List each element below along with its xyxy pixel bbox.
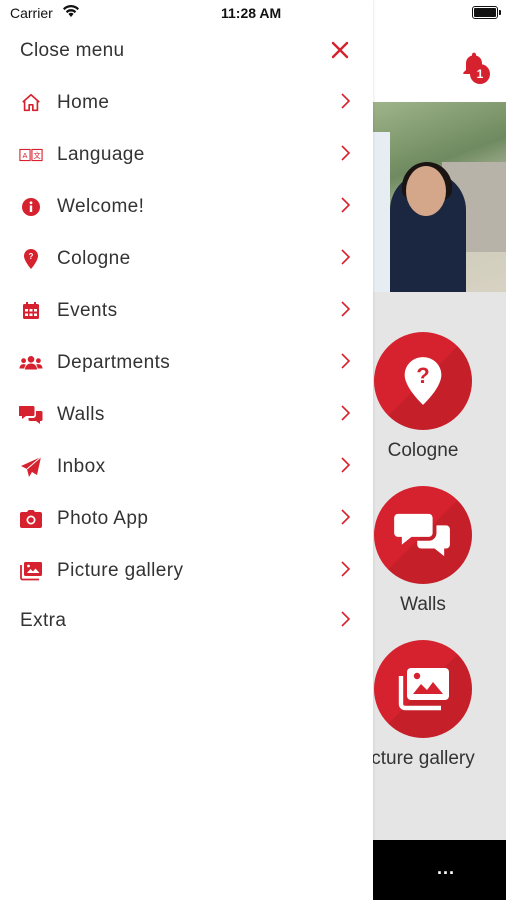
home-icon bbox=[19, 91, 43, 115]
battery-icon bbox=[472, 6, 501, 19]
tile-label: Walls bbox=[400, 594, 446, 615]
tile-label: Cologne bbox=[387, 440, 459, 461]
svg-text:?: ? bbox=[416, 363, 429, 388]
language-icon: A 文 bbox=[19, 143, 43, 167]
menu-item-events[interactable]: Events bbox=[0, 288, 373, 336]
clock: 11:28 AM bbox=[221, 5, 282, 21]
menu-item-label: Welcome! bbox=[57, 196, 145, 217]
chevron-right-icon bbox=[341, 561, 351, 577]
tile-picture-gallery[interactable]: cture gallery bbox=[356, 640, 490, 770]
menu-item-label: Events bbox=[57, 300, 118, 321]
menu-item-picture-gallery[interactable]: Picture gallery bbox=[0, 548, 373, 596]
chevron-right-icon bbox=[341, 249, 351, 265]
hero-photo bbox=[372, 102, 506, 292]
notification-badge: 1 bbox=[470, 64, 490, 84]
chevron-right-icon bbox=[341, 145, 351, 161]
menu-item-label: Picture gallery bbox=[57, 560, 184, 581]
tile-walls[interactable]: Walls bbox=[356, 486, 490, 616]
chat-icon bbox=[19, 403, 43, 427]
chevron-right-icon bbox=[341, 405, 351, 421]
map-pin-icon: ? bbox=[19, 247, 43, 271]
camera-icon bbox=[19, 507, 43, 531]
menu-item-departments[interactable]: Departments bbox=[0, 340, 373, 388]
menu-item-label: Extra bbox=[20, 610, 67, 631]
svg-text:文: 文 bbox=[33, 151, 41, 160]
menu-item-home[interactable]: Home bbox=[0, 80, 373, 128]
chevron-right-icon bbox=[341, 509, 351, 525]
close-icon[interactable] bbox=[328, 38, 352, 62]
menu-item-walls[interactable]: Walls bbox=[0, 392, 373, 440]
menu-item-inbox[interactable]: Inbox bbox=[0, 444, 373, 492]
menu-item-label: Language bbox=[57, 144, 145, 165]
close-menu-row[interactable]: Close menu bbox=[0, 30, 373, 76]
menu-item-label: Inbox bbox=[57, 456, 106, 477]
users-icon bbox=[19, 351, 43, 375]
menu-item-welcome[interactable]: Welcome! bbox=[0, 184, 373, 232]
chevron-right-icon bbox=[341, 93, 351, 109]
svg-text:?: ? bbox=[29, 252, 34, 261]
tile-label: cture gallery bbox=[371, 748, 475, 769]
menu-item-cologne[interactable]: ? Cologne bbox=[0, 236, 373, 284]
menu-item-label: Departments bbox=[57, 352, 171, 373]
status-bar: Carrier 11:28 AM bbox=[0, 0, 506, 26]
calendar-icon bbox=[19, 299, 43, 323]
chevron-right-icon bbox=[341, 457, 351, 473]
menu-item-label: Home bbox=[57, 92, 110, 113]
menu-item-photo-app[interactable]: Photo App bbox=[0, 496, 373, 544]
tile-cologne[interactable]: ? Cologne bbox=[356, 332, 490, 462]
menu-item-language[interactable]: A 文 Language bbox=[0, 132, 373, 180]
menu-item-label: Cologne bbox=[57, 248, 131, 269]
close-menu-label: Close menu bbox=[20, 40, 125, 61]
carrier-label: Carrier bbox=[10, 5, 53, 21]
map-question-icon: ? bbox=[374, 332, 472, 430]
gallery-icon bbox=[374, 640, 472, 738]
menu-item-label: Walls bbox=[57, 404, 105, 425]
gallery-icon bbox=[19, 559, 43, 583]
chevron-right-icon bbox=[341, 353, 351, 369]
chat-bubbles-icon bbox=[374, 486, 472, 584]
menu-item-label: Photo App bbox=[57, 508, 149, 529]
chevron-right-icon bbox=[341, 301, 351, 317]
info-icon bbox=[19, 195, 43, 219]
menu-item-extra[interactable]: Extra bbox=[0, 598, 373, 646]
wifi-icon bbox=[63, 4, 79, 17]
paper-plane-icon bbox=[19, 455, 43, 479]
svg-text:A: A bbox=[23, 151, 28, 160]
side-drawer: Close menu Home A 文 Language Welcome! ? … bbox=[0, 0, 373, 900]
chevron-right-icon bbox=[341, 197, 351, 213]
more-icon[interactable]: ... bbox=[437, 858, 455, 879]
chevron-right-icon bbox=[341, 611, 351, 627]
